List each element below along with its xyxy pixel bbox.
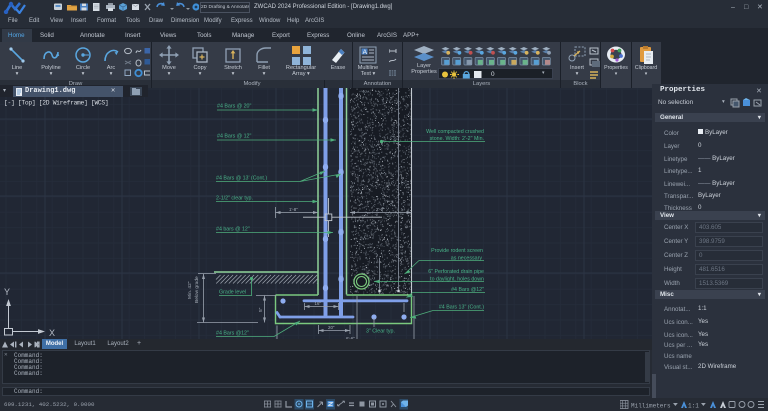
svg-text:#4 Bars @ 13' (Cont.): #4 Bars @ 13' (Cont.) — [216, 176, 267, 182]
svg-text:A: A — [363, 49, 368, 56]
svg-text:#4 Bars @ 12": #4 Bars @ 12" — [217, 134, 251, 140]
svg-text:stone. Width: 2'-2" Min.: stone. Width: 2'-2" Min. — [430, 136, 484, 142]
svg-text:2'-2": 2'-2" — [376, 207, 385, 212]
svg-text:#4 Bars 13" (Cont.): #4 Bars 13" (Cont.) — [439, 305, 484, 311]
svg-text:3" Clear typ.: 3" Clear typ. — [366, 329, 395, 335]
svg-text:Millimeters: Millimeters — [631, 402, 671, 409]
svg-text:20": 20" — [328, 325, 335, 330]
svg-text:[-] [Top] [2D Wireframe] [WCS]: [-] [Top] [2D Wireframe] [WCS] — [4, 100, 108, 107]
svg-text:1'-8": 1'-8" — [289, 207, 298, 212]
svg-text:to daylight, holes down: to daylight, holes down — [430, 277, 484, 283]
svg-text:#4 Bars @12": #4 Bars @12" — [216, 331, 249, 337]
svg-text:#4 bars @ 12": #4 bars @ 12" — [216, 227, 250, 233]
svg-text:#4 Bars @ 20": #4 Bars @ 20" — [217, 104, 251, 110]
svg-text:#4 Bars @12": #4 Bars @12" — [451, 287, 484, 293]
svg-text:X: X — [49, 328, 55, 338]
svg-text:Y: Y — [4, 287, 10, 297]
svg-text:Min. 42": Min. 42" — [187, 281, 193, 299]
svg-text:5": 5" — [258, 307, 264, 312]
svg-text:Below grade: Below grade — [194, 276, 200, 303]
svg-text:6" Perforated drain pipe: 6" Perforated drain pipe — [428, 269, 484, 275]
svg-text:2-1/2" clear typ.: 2-1/2" clear typ. — [216, 196, 253, 202]
svg-text:16": 16" — [315, 301, 322, 306]
svg-text:7'-0": 7'-0" — [400, 175, 405, 184]
svg-text:as necessary: as necessary — [451, 256, 483, 262]
svg-text:Grade level: Grade level — [219, 290, 246, 296]
svg-text:1:1: 1:1 — [688, 402, 699, 409]
svg-text:Well compacted crushed: Well compacted crushed — [426, 129, 484, 135]
svg-text:Provide rodent screen: Provide rodent screen — [431, 248, 483, 254]
